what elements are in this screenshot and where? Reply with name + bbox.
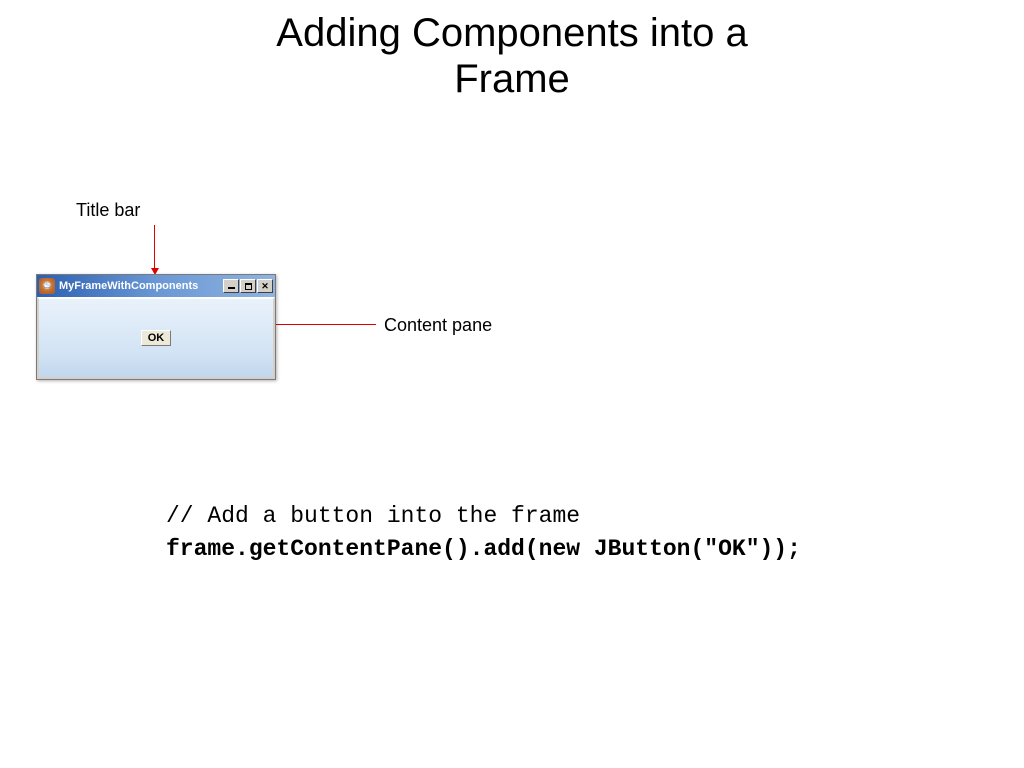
close-button[interactable]: ✕ <box>257 279 273 293</box>
ok-button[interactable]: OK <box>141 330 172 346</box>
java-icon: ♨ <box>39 278 55 294</box>
content-pane: OK <box>37 297 275 379</box>
code-comment: // Add a button into the frame <box>166 500 801 533</box>
slide-title: Adding Components into a Frame <box>0 0 1024 102</box>
code-line: frame.getContentPane().add(new JButton("… <box>166 533 801 566</box>
window-title-bar[interactable]: ♨ MyFrameWithComponents ✕ <box>37 275 275 297</box>
java-window: ♨ MyFrameWithComponents ✕ OK <box>36 274 276 380</box>
title-line-2: Frame <box>454 57 570 101</box>
arrow-title-bar <box>154 225 155 269</box>
code-block: // Add a button into the frame frame.get… <box>166 500 801 567</box>
java-icon-glyph: ♨ <box>43 281 52 291</box>
label-title-bar: Title bar <box>76 200 140 221</box>
label-content-pane: Content pane <box>384 315 492 336</box>
window-controls: ✕ <box>223 279 273 293</box>
window-title: MyFrameWithComponents <box>59 280 219 292</box>
title-line-1: Adding Components into a <box>276 11 747 55</box>
close-icon: ✕ <box>261 282 269 291</box>
minimize-button[interactable] <box>223 279 239 293</box>
maximize-button[interactable] <box>240 279 256 293</box>
